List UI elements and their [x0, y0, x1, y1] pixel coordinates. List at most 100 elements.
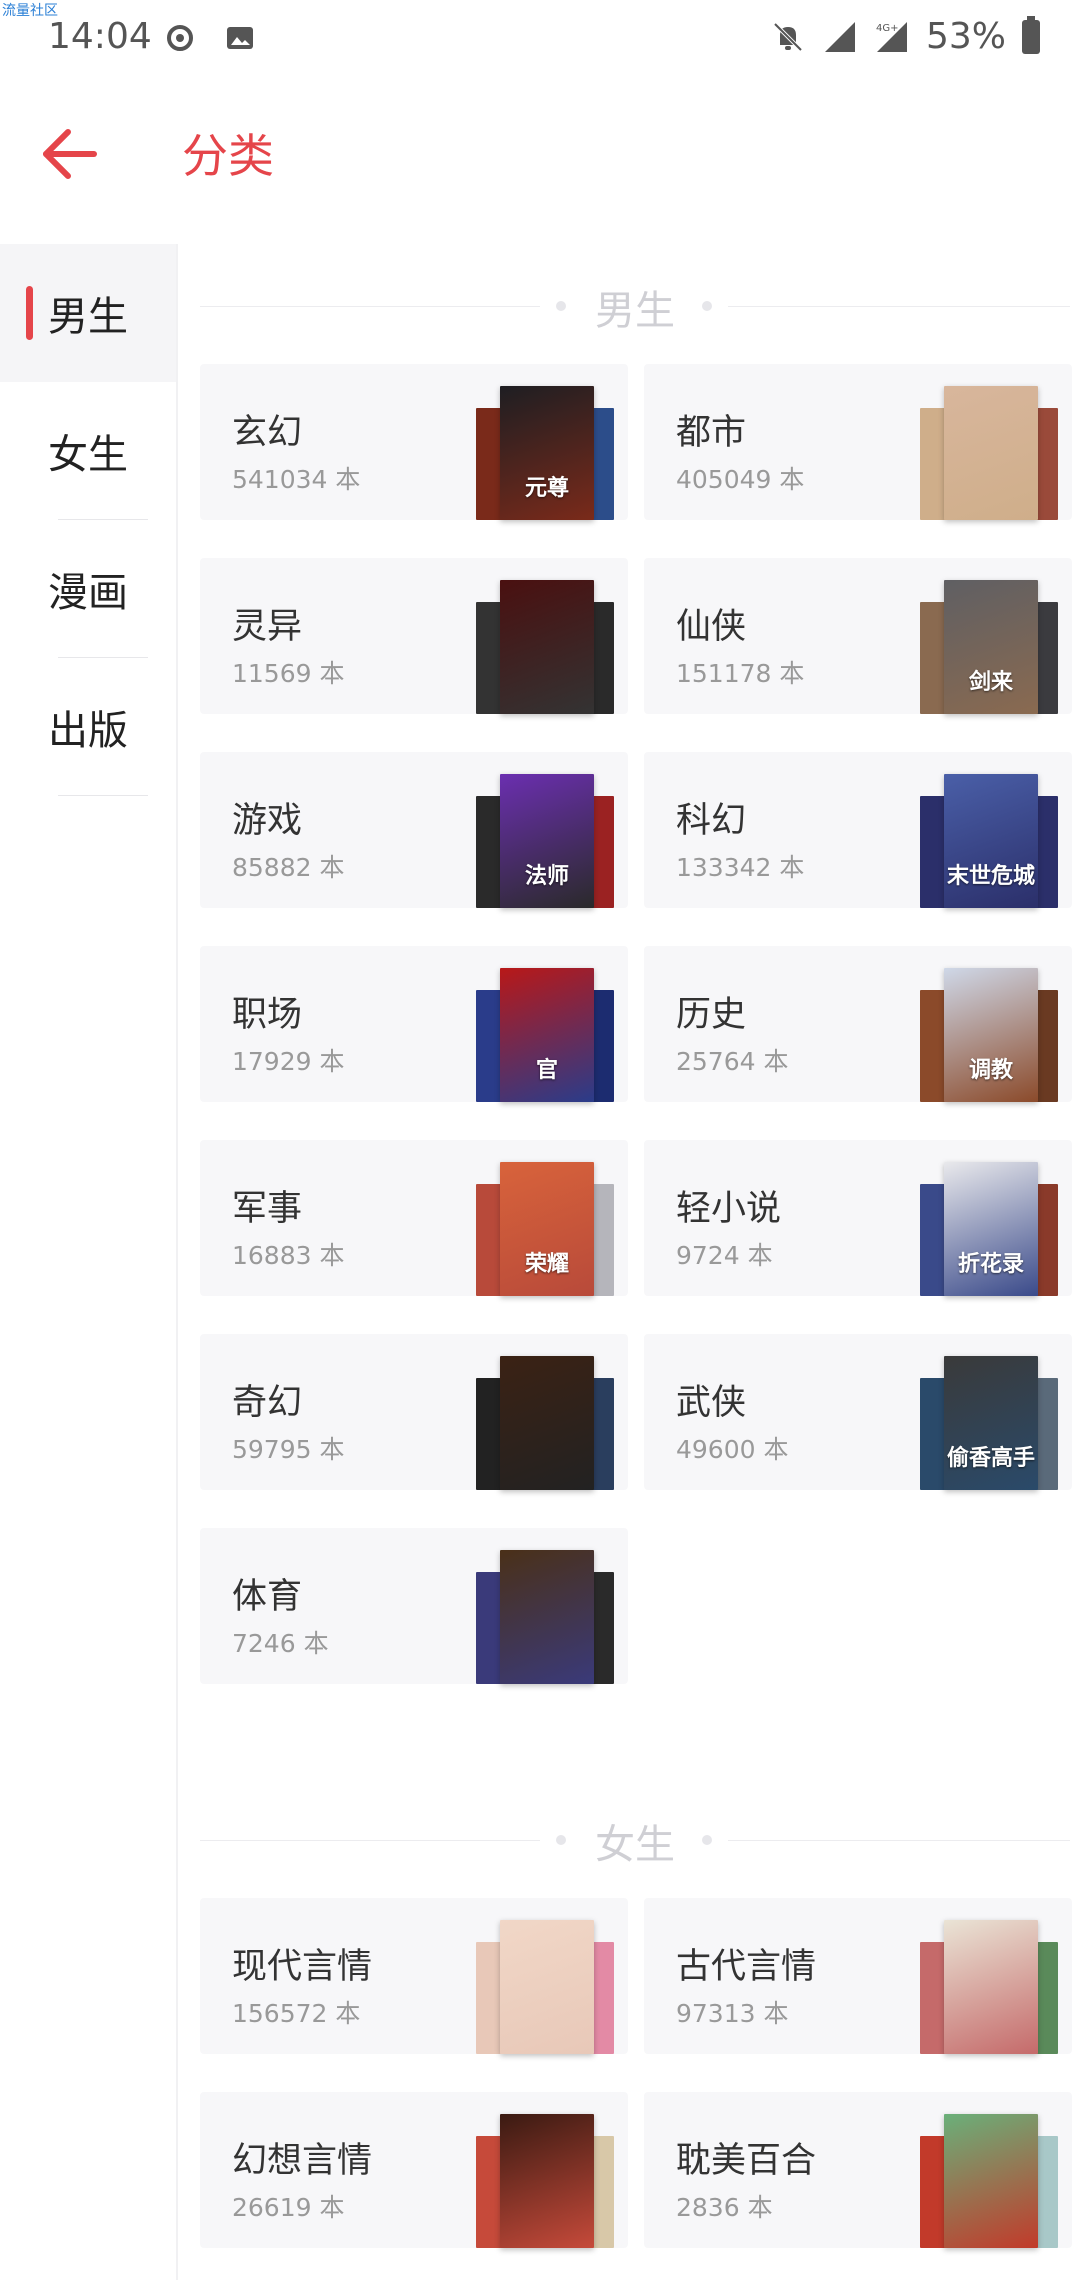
book-covers: 偷香高手 [920, 1356, 1058, 1490]
category-count: 17929 本 [232, 1047, 345, 1076]
arrow-left-icon[interactable] [36, 120, 104, 188]
book-cover [944, 2114, 1038, 2248]
status-bar: 14:04 4G+ 53% [0, 0, 1080, 80]
book-covers [476, 2114, 614, 2248]
section-header-male: 男生 [200, 244, 1080, 364]
category-card[interactable]: 仙侠 151178 本 剑来 [644, 558, 1072, 714]
divider-dot [702, 301, 712, 311]
divider [728, 1840, 1070, 1841]
category-name: 科幻 [676, 801, 747, 841]
category-count: 26619 本 [232, 2193, 345, 2222]
sidebar-item-male[interactable]: 男生 [0, 244, 176, 382]
book-covers [476, 1356, 614, 1490]
category-card[interactable]: 武侠 49600 本 偷香高手 [644, 1334, 1072, 1490]
book-covers [476, 1920, 614, 2054]
book-cover-title: 荣耀 [524, 1251, 569, 1277]
category-name: 幻想言情 [232, 2141, 373, 2181]
book-cover-title: 偷香高手 [946, 1445, 1035, 1471]
book-covers: 末世危城 [920, 774, 1058, 908]
category-name: 玄幻 [232, 413, 303, 453]
status-time: 14:04 [48, 16, 152, 57]
category-name: 游戏 [232, 801, 303, 841]
category-count: 85882 本 [232, 853, 345, 882]
category-count: 9724 本 [676, 1241, 773, 1270]
category-count: 25764 本 [676, 1047, 789, 1076]
sidebar-item-label: 出版 [48, 708, 128, 754]
category-card[interactable]: 都市 405049 本 [644, 364, 1072, 520]
category-name: 军事 [232, 1189, 303, 1229]
book-cover-title: 折花录 [957, 1251, 1024, 1277]
category-card[interactable]: 体育 7246 本 [200, 1528, 628, 1684]
category-count: 7246 本 [232, 1629, 329, 1658]
book-cover: 荣耀 [500, 1162, 594, 1296]
book-cover: 偷香高手 [944, 1356, 1038, 1490]
category-count: 97313 本 [676, 1999, 789, 2028]
book-covers: 剑来 [920, 580, 1058, 714]
book-covers [920, 1920, 1058, 2054]
category-card[interactable]: 玄幻 541034 本 元尊 [200, 364, 628, 520]
book-cover: 官 [500, 968, 594, 1102]
section-title: 女生 [595, 1822, 675, 1868]
page-title: 分类 [182, 129, 274, 183]
category-name: 奇幻 [232, 1383, 303, 1423]
category-grid-female: 现代言情 156572 本 古代言情 97313 本幻想言情 26619 本 耽美百合 28… [200, 1898, 1080, 2248]
book-cover [500, 2114, 594, 2248]
category-card[interactable]: 古代言情 97313 本 [644, 1898, 1072, 2054]
category-content: 男生 玄幻 541034 本 元尊 都市 405049 本灵异 11569 本 仙侠 1511… [200, 244, 1080, 2280]
category-card[interactable]: 现代言情 156572 本 [200, 1898, 628, 2054]
category-name: 现代言情 [232, 1947, 373, 1987]
divider [58, 795, 148, 796]
category-name: 轻小说 [676, 1189, 782, 1229]
category-card[interactable]: 幻想言情 26619 本 [200, 2092, 628, 2248]
category-name: 耽美百合 [676, 2141, 817, 2181]
category-count: 16883 本 [232, 1241, 345, 1270]
image-icon [227, 27, 253, 49]
sidebar-item-comics[interactable]: 漫画 [0, 520, 176, 658]
battery-percent: 53% [925, 16, 1006, 57]
sidebar-item-publishing[interactable]: 出版 [0, 658, 176, 796]
category-name: 都市 [676, 413, 747, 453]
category-name: 职场 [232, 995, 303, 1035]
book-cover: 元尊 [500, 386, 594, 520]
book-covers: 官 [476, 968, 614, 1102]
category-count: 541034 本 [232, 465, 361, 494]
sidebar-item-label: 男生 [48, 294, 128, 340]
book-covers [476, 580, 614, 714]
category-card[interactable]: 军事 16883 本 荣耀 [200, 1140, 628, 1296]
category-count: 405049 本 [676, 465, 805, 494]
category-card[interactable]: 轻小说 9724 本 折花录 [644, 1140, 1072, 1296]
sidebar-item-female[interactable]: 女生 [0, 382, 176, 520]
book-cover-title: 法师 [524, 863, 569, 889]
signal-4g-icon: 4G+ [876, 21, 907, 52]
book-cover [500, 1356, 594, 1490]
category-name: 仙侠 [676, 607, 747, 647]
category-sidebar: 男生 女生 漫画 出版 [0, 244, 178, 2280]
category-card[interactable]: 历史 25764 本 调教 [644, 946, 1072, 1102]
category-count: 133342 本 [676, 853, 805, 882]
notifications-off-icon [773, 22, 803, 51]
category-card[interactable]: 游戏 85882 本 法师 [200, 752, 628, 908]
signal-icon [824, 21, 855, 52]
book-covers: 元尊 [476, 386, 614, 520]
category-count: 59795 本 [232, 1435, 345, 1464]
category-count: 151178 本 [676, 659, 805, 688]
section-title: 男生 [595, 288, 675, 334]
book-cover [500, 1920, 594, 2054]
category-name: 体育 [232, 1577, 303, 1617]
app-bar: 分类 [0, 80, 1080, 220]
category-card[interactable]: 灵异 11569 本 [200, 558, 628, 714]
category-card[interactable]: 科幻 133342 本 末世危城 [644, 752, 1072, 908]
book-cover [944, 386, 1038, 520]
category-card[interactable]: 职场 17929 本 官 [200, 946, 628, 1102]
section-header-female: 女生 [200, 1778, 1080, 1898]
book-covers: 法师 [476, 774, 614, 908]
status-icons: 4G+ 53% [770, 15, 1040, 57]
category-count: 49600 本 [676, 1435, 789, 1464]
category-card[interactable]: 奇幻 59795 本 [200, 1334, 628, 1490]
book-covers [476, 1550, 614, 1684]
category-card[interactable]: 耽美百合 2836 本 [644, 2092, 1072, 2248]
category-name: 古代言情 [676, 1947, 817, 1987]
category-count: 11569 本 [232, 659, 345, 688]
category-count: 2836 本 [676, 2193, 773, 2222]
network-type: 4G+ [876, 23, 899, 34]
